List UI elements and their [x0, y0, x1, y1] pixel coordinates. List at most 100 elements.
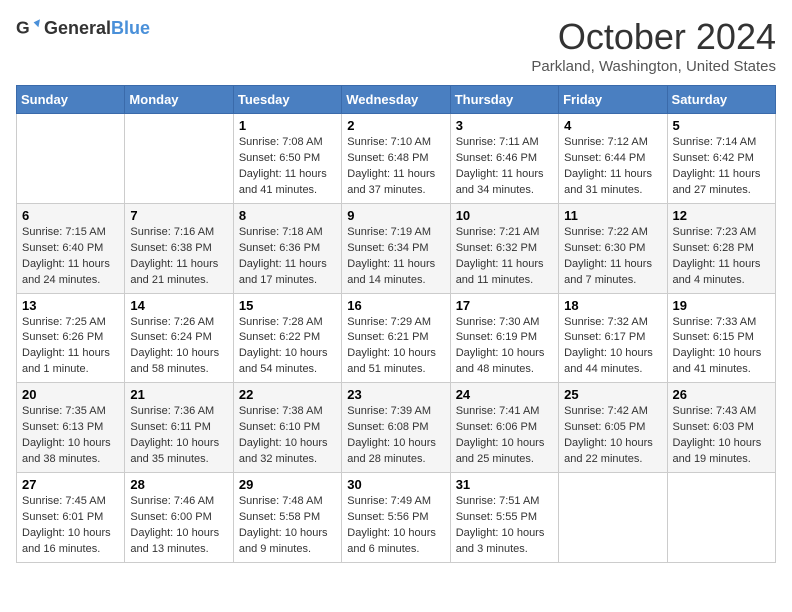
day-info: Sunrise: 7:51 AM Sunset: 5:55 PM Dayligh…	[456, 494, 553, 558]
logo-icon: G	[16, 16, 40, 40]
location-title: Parkland, Washington, United States	[531, 58, 776, 75]
day-number: 20	[22, 387, 119, 402]
day-info: Sunrise: 7:41 AM Sunset: 6:06 PM Dayligh…	[456, 404, 553, 468]
day-info: Sunrise: 7:12 AM Sunset: 6:44 PM Dayligh…	[564, 135, 661, 199]
day-info: Sunrise: 7:23 AM Sunset: 6:28 PM Dayligh…	[673, 225, 770, 289]
day-cell: 18Sunrise: 7:32 AM Sunset: 6:17 PM Dayli…	[559, 293, 667, 383]
day-info: Sunrise: 7:42 AM Sunset: 6:05 PM Dayligh…	[564, 404, 661, 468]
day-cell	[125, 114, 233, 204]
day-info: Sunrise: 7:08 AM Sunset: 6:50 PM Dayligh…	[239, 135, 336, 199]
day-info: Sunrise: 7:49 AM Sunset: 5:56 PM Dayligh…	[347, 494, 444, 558]
calendar-body: 1 Sunrise: 7:08 AM Sunset: 6:50 PM Daylig…	[17, 114, 776, 563]
day-cell: 11 Sunrise: 7:22 AM Sunset: 6:30 PM Dayli…	[559, 203, 667, 293]
day-cell: 9 Sunrise: 7:19 AM Sunset: 6:34 PM Daylig…	[342, 203, 450, 293]
day-number: 3	[456, 118, 553, 133]
day-number: 19	[673, 298, 770, 313]
day-number: 25	[564, 387, 661, 402]
day-number: 23	[347, 387, 444, 402]
day-cell: 14 Sunrise: 7:26 AM Sunset: 6:24 PM Dayli…	[125, 293, 233, 383]
day-info: Sunrise: 7:11 AM Sunset: 6:46 PM Dayligh…	[456, 135, 553, 199]
day-number: 12	[673, 208, 770, 223]
day-number: 14	[130, 298, 227, 313]
header-day-sunday: Sunday	[17, 86, 125, 114]
week-row-5: 27 Sunrise: 7:45 AM Sunset: 6:01 PM Dayli…	[17, 473, 776, 563]
day-number: 24	[456, 387, 553, 402]
day-number: 22	[239, 387, 336, 402]
week-row-3: 13Sunrise: 7:25 AM Sunset: 6:26 PM Dayli…	[17, 293, 776, 383]
day-number: 16	[347, 298, 444, 313]
day-cell: 27 Sunrise: 7:45 AM Sunset: 6:01 PM Dayli…	[17, 473, 125, 563]
logo-blue: Blue	[111, 18, 150, 38]
day-number: 4	[564, 118, 661, 133]
day-number: 7	[130, 208, 227, 223]
day-info: Sunrise: 7:46 AM Sunset: 6:00 PM Dayligh…	[130, 494, 227, 558]
day-info: Sunrise: 7:30 AM Sunset: 6:19 PM Dayligh…	[456, 315, 553, 379]
day-cell: 15 Sunrise: 7:28 AM Sunset: 6:22 PM Dayli…	[233, 293, 341, 383]
day-number: 6	[22, 208, 119, 223]
day-info: Sunrise: 7:19 AM Sunset: 6:34 PM Dayligh…	[347, 225, 444, 289]
day-number: 27	[22, 477, 119, 492]
day-number: 29	[239, 477, 336, 492]
calendar-header-row: SundayMondayTuesdayWednesdayThursdayFrid…	[17, 86, 776, 114]
header-day-tuesday: Tuesday	[233, 86, 341, 114]
header-day-thursday: Thursday	[450, 86, 558, 114]
logo-general: General	[44, 18, 111, 38]
day-number: 31	[456, 477, 553, 492]
day-cell: 23 Sunrise: 7:39 AM Sunset: 6:08 PM Dayli…	[342, 383, 450, 473]
day-cell: 26Sunrise: 7:43 AM Sunset: 6:03 PM Dayli…	[667, 383, 775, 473]
day-cell: 29 Sunrise: 7:48 AM Sunset: 5:58 PM Dayli…	[233, 473, 341, 563]
day-cell: 21 Sunrise: 7:36 AM Sunset: 6:11 PM Dayli…	[125, 383, 233, 473]
day-cell: 5 Sunrise: 7:14 AM Sunset: 6:42 PM Daylig…	[667, 114, 775, 204]
day-cell: 17 Sunrise: 7:30 AM Sunset: 6:19 PM Dayli…	[450, 293, 558, 383]
day-info: Sunrise: 7:33 AM Sunset: 6:15 PM Dayligh…	[673, 315, 770, 379]
day-info: Sunrise: 7:36 AM Sunset: 6:11 PM Dayligh…	[130, 404, 227, 468]
day-info: Sunrise: 7:26 AM Sunset: 6:24 PM Dayligh…	[130, 315, 227, 379]
day-cell: 28Sunrise: 7:46 AM Sunset: 6:00 PM Dayli…	[125, 473, 233, 563]
day-number: 15	[239, 298, 336, 313]
day-info: Sunrise: 7:28 AM Sunset: 6:22 PM Dayligh…	[239, 315, 336, 379]
day-number: 2	[347, 118, 444, 133]
day-cell: 3 Sunrise: 7:11 AM Sunset: 6:46 PM Daylig…	[450, 114, 558, 204]
day-info: Sunrise: 7:10 AM Sunset: 6:48 PM Dayligh…	[347, 135, 444, 199]
day-number: 10	[456, 208, 553, 223]
day-info: Sunrise: 7:39 AM Sunset: 6:08 PM Dayligh…	[347, 404, 444, 468]
week-row-4: 20 Sunrise: 7:35 AM Sunset: 6:13 PM Dayli…	[17, 383, 776, 473]
day-info: Sunrise: 7:45 AM Sunset: 6:01 PM Dayligh…	[22, 494, 119, 558]
week-row-2: 6 Sunrise: 7:15 AM Sunset: 6:40 PM Daylig…	[17, 203, 776, 293]
day-info: Sunrise: 7:48 AM Sunset: 5:58 PM Dayligh…	[239, 494, 336, 558]
day-number: 13	[22, 298, 119, 313]
day-cell: 13Sunrise: 7:25 AM Sunset: 6:26 PM Dayli…	[17, 293, 125, 383]
day-cell: 12 Sunrise: 7:23 AM Sunset: 6:28 PM Dayli…	[667, 203, 775, 293]
day-number: 5	[673, 118, 770, 133]
header-day-monday: Monday	[125, 86, 233, 114]
day-number: 30	[347, 477, 444, 492]
day-number: 18	[564, 298, 661, 313]
day-info: Sunrise: 7:16 AM Sunset: 6:38 PM Dayligh…	[130, 225, 227, 289]
day-cell: 4 Sunrise: 7:12 AM Sunset: 6:44 PM Daylig…	[559, 114, 667, 204]
week-row-1: 1 Sunrise: 7:08 AM Sunset: 6:50 PM Daylig…	[17, 114, 776, 204]
day-cell: 7 Sunrise: 7:16 AM Sunset: 6:38 PM Daylig…	[125, 203, 233, 293]
day-number: 8	[239, 208, 336, 223]
day-info: Sunrise: 7:18 AM Sunset: 6:36 PM Dayligh…	[239, 225, 336, 289]
day-cell: 8 Sunrise: 7:18 AM Sunset: 6:36 PM Daylig…	[233, 203, 341, 293]
day-number: 11	[564, 208, 661, 223]
day-info: Sunrise: 7:22 AM Sunset: 6:30 PM Dayligh…	[564, 225, 661, 289]
day-info: Sunrise: 7:21 AM Sunset: 6:32 PM Dayligh…	[456, 225, 553, 289]
day-number: 21	[130, 387, 227, 402]
day-number: 17	[456, 298, 553, 313]
svg-text:G: G	[16, 18, 30, 38]
day-number: 1	[239, 118, 336, 133]
day-cell: 2 Sunrise: 7:10 AM Sunset: 6:48 PM Daylig…	[342, 114, 450, 204]
header-day-wednesday: Wednesday	[342, 86, 450, 114]
header-day-friday: Friday	[559, 86, 667, 114]
day-cell: 10 Sunrise: 7:21 AM Sunset: 6:32 PM Dayli…	[450, 203, 558, 293]
day-cell: 19 Sunrise: 7:33 AM Sunset: 6:15 PM Dayli…	[667, 293, 775, 383]
day-cell: 31 Sunrise: 7:51 AM Sunset: 5:55 PM Dayli…	[450, 473, 558, 563]
day-info: Sunrise: 7:14 AM Sunset: 6:42 PM Dayligh…	[673, 135, 770, 199]
logo: G GeneralBlue	[16, 16, 150, 40]
day-info: Sunrise: 7:15 AM Sunset: 6:40 PM Dayligh…	[22, 225, 119, 289]
day-cell: 25 Sunrise: 7:42 AM Sunset: 6:05 PM Dayli…	[559, 383, 667, 473]
day-info: Sunrise: 7:35 AM Sunset: 6:13 PM Dayligh…	[22, 404, 119, 468]
title-block: October 2024 Parkland, Washington, Unite…	[531, 16, 776, 75]
day-number: 9	[347, 208, 444, 223]
